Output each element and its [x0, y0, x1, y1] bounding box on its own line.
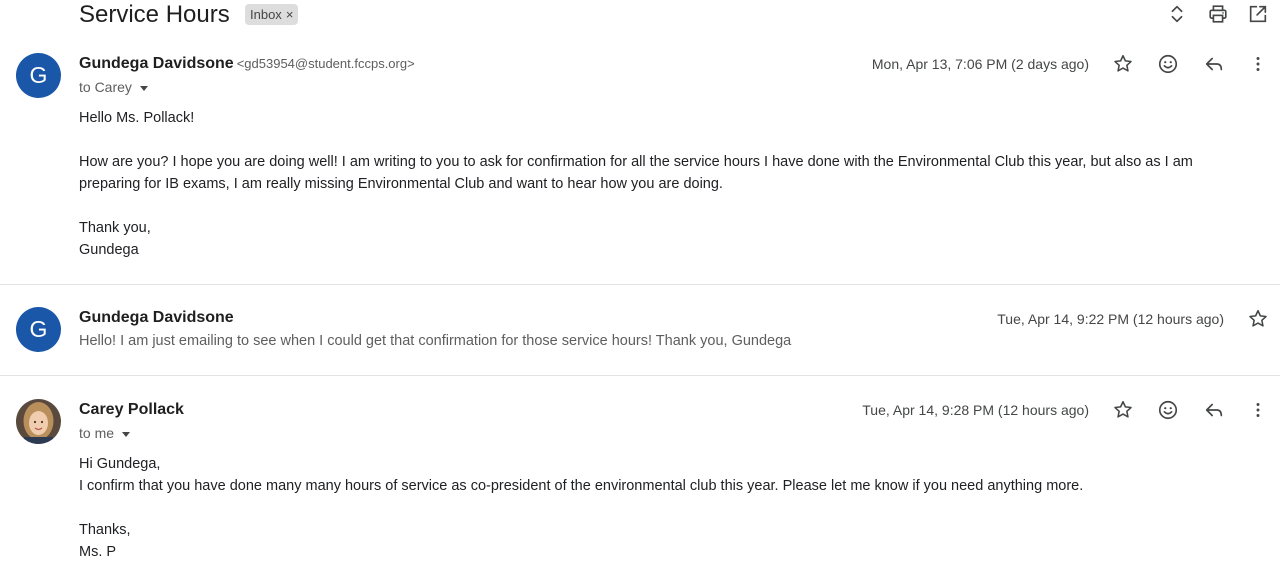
- message-body: Hi Gundega, I confirm that you have done…: [79, 453, 1229, 563]
- body-paragraph: How are you? I hope you are doing well! …: [79, 154, 1197, 192]
- recipient-text: to me: [79, 425, 115, 441]
- star-icon[interactable]: [1112, 53, 1134, 75]
- sender-name[interactable]: Gundega Davidsone: [79, 55, 234, 72]
- message-date: Tue, Apr 14, 9:28 PM (12 hours ago): [862, 402, 1089, 418]
- sender-line: Gundega Davidsone <gd53954@student.fccps.…: [79, 54, 415, 74]
- body-paragraph: Thanks, Ms. P: [79, 522, 131, 560]
- recipients-toggle[interactable]: to me: [79, 424, 131, 442]
- label-text: Inbox: [250, 7, 282, 22]
- message-date: Mon, Apr 13, 7:06 PM (2 days ago): [871, 56, 1089, 72]
- emoji-reaction-icon[interactable]: [1157, 53, 1179, 75]
- emoji-reaction-icon[interactable]: [1157, 399, 1179, 421]
- sender-name[interactable]: Gundega Davidsone: [79, 308, 234, 328]
- open-in-new-window-icon[interactable]: [1247, 3, 1269, 25]
- more-options-icon[interactable]: [1247, 399, 1269, 421]
- sender-name[interactable]: Carey Pollack: [79, 400, 184, 420]
- body-paragraph: Thank you, Gundega: [79, 220, 151, 258]
- inbox-label-chip[interactable]: Inbox ×: [245, 4, 299, 25]
- reply-icon[interactable]: [1203, 53, 1225, 75]
- sender-email: <gd53954@student.fccps.org>: [236, 56, 415, 71]
- message-date: Tue, Apr 14, 9:22 PM (12 hours ago): [997, 311, 1224, 327]
- sender-avatar[interactable]: [16, 399, 61, 444]
- message-divider: [0, 375, 1280, 376]
- sender-avatar[interactable]: G: [16, 307, 61, 352]
- body-paragraph: Hi Gundega, I confirm that you have done…: [79, 456, 1084, 494]
- remove-label-icon[interactable]: ×: [286, 4, 294, 25]
- recipients-toggle[interactable]: to Carey: [79, 78, 148, 96]
- recipient-text: to Carey: [79, 79, 132, 95]
- thread-subject: Service Hours: [79, 1, 230, 28]
- star-icon[interactable]: [1112, 399, 1134, 421]
- sender-avatar[interactable]: G: [16, 53, 61, 98]
- expand-collapse-icon[interactable]: [1166, 3, 1188, 25]
- star-icon[interactable]: [1247, 308, 1269, 330]
- message-divider: [0, 284, 1280, 285]
- chevron-down-icon: [139, 85, 148, 91]
- chevron-down-icon: [122, 431, 131, 437]
- more-options-icon[interactable]: [1247, 53, 1269, 75]
- body-paragraph: Hello Ms. Pollack!: [79, 110, 195, 126]
- print-icon[interactable]: [1207, 3, 1229, 25]
- message-body: Hello Ms. Pollack! How are you? I hope y…: [79, 107, 1229, 261]
- reply-icon[interactable]: [1203, 399, 1225, 421]
- message-snippet[interactable]: Hello! I am just emailing to see when I …: [79, 331, 791, 351]
